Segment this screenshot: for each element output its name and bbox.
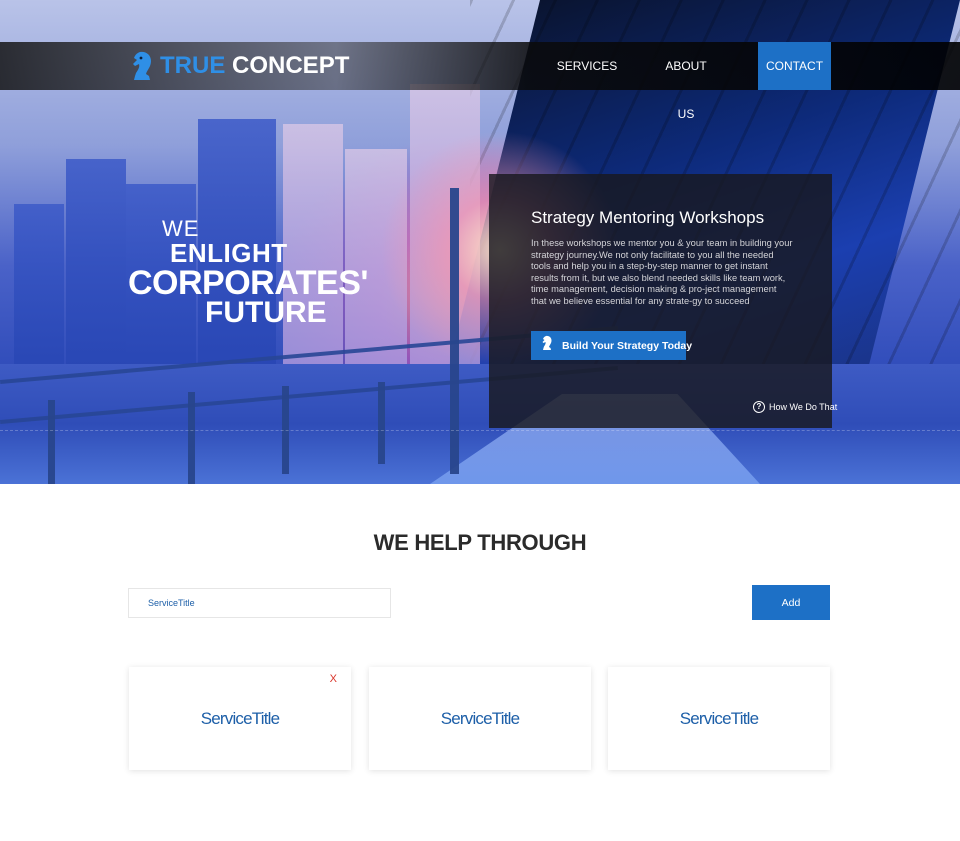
knight-icon xyxy=(541,335,553,356)
section-title: WE HELP THROUGH xyxy=(373,530,587,555)
service-card: X ServiceTitle xyxy=(129,667,351,770)
skyline-building xyxy=(66,159,126,374)
nav-about-us[interactable]: ABOUT US xyxy=(656,42,716,121)
headline-line-4: FUTURE xyxy=(205,296,327,329)
brand-logo[interactable]: TRUE CONCEPT xyxy=(130,49,349,83)
nav-services[interactable]: SERVICES xyxy=(556,42,618,90)
service-card-title: ServiceTitle xyxy=(200,708,280,728)
build-strategy-button[interactable]: Build Your Strategy Today xyxy=(531,331,692,360)
workshop-info-panel: Strategy Mentoring Workshops In these wo… xyxy=(489,174,837,428)
nav-contact[interactable]: CONTACT xyxy=(758,42,831,90)
question-circle-icon: ? xyxy=(753,401,765,413)
knight-logo-icon xyxy=(130,50,154,82)
skyline-building xyxy=(14,204,64,374)
build-strategy-label: Build Your Strategy Today xyxy=(562,339,693,352)
service-card-title: ServiceTitle xyxy=(679,708,759,728)
service-card-title: ServiceTitle xyxy=(440,708,520,728)
railing-post xyxy=(188,392,195,484)
add-service-button[interactable]: Add xyxy=(752,585,830,620)
hero-divider xyxy=(0,430,960,431)
panel-description: In these workshops we mentor you & your … xyxy=(531,238,793,306)
panel-title: Strategy Mentoring Workshops xyxy=(531,208,765,227)
service-card: ServiceTitle xyxy=(608,667,830,770)
service-title-input[interactable] xyxy=(128,588,391,618)
remove-service-button[interactable]: X xyxy=(330,673,337,685)
how-we-do-that-label: How We Do That xyxy=(769,402,838,412)
skyline-building xyxy=(283,124,343,374)
how-we-do-that-link[interactable]: ? How We Do That xyxy=(753,401,837,413)
railing-post xyxy=(48,400,55,484)
railing-post xyxy=(378,382,385,464)
service-card: ServiceTitle xyxy=(369,667,591,770)
lamp-post xyxy=(450,188,459,474)
brand-name: TRUE CONCEPT xyxy=(160,52,350,79)
